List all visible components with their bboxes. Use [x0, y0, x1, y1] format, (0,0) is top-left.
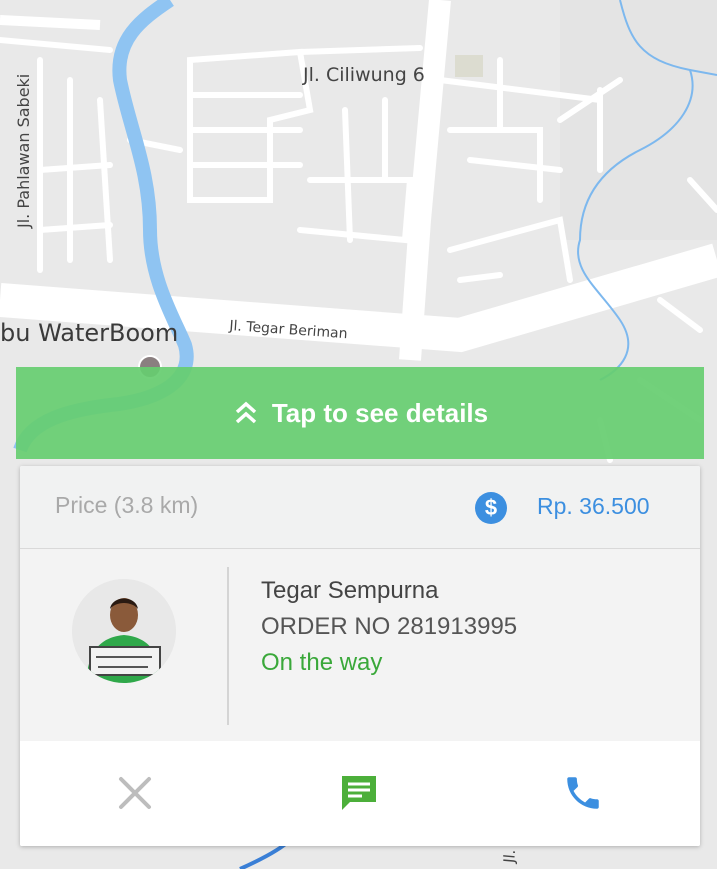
call-button[interactable]	[561, 771, 605, 815]
price-value: Rp. 36.500	[537, 493, 650, 519]
cancel-button[interactable]	[113, 771, 157, 815]
tap-to-see-details-label: Tap to see details	[271, 397, 489, 428]
action-bar	[20, 741, 700, 846]
driver-name: Tegar Sempurna	[261, 577, 439, 604]
chat-button[interactable]	[337, 771, 381, 815]
tap-to-see-details-bar[interactable]: Tap to see details	[16, 367, 704, 459]
map-label-ciliwung: Jl. Ciliwung 6	[303, 64, 425, 86]
vertical-divider	[227, 567, 229, 725]
order-card: Price (3.8 km) $ Rp. 36.500 Tegar Sempur…	[20, 466, 700, 846]
driver-info: Tegar Sempurna ORDER NO 281913995 On the…	[20, 549, 700, 741]
dollar-icon: $	[475, 492, 507, 524]
price-label: Price (3.8 km)	[55, 492, 199, 518]
chat-icon	[342, 776, 376, 810]
phone-icon	[567, 777, 599, 809]
driver-avatar	[72, 579, 176, 683]
order-number: ORDER NO 281913995	[261, 613, 518, 640]
order-status: On the way	[261, 649, 383, 676]
map-label-bottom-street: Jl.	[500, 848, 520, 864]
price-row: Price (3.8 km) $ Rp. 36.500	[20, 466, 700, 549]
map-label-pahlawan: Jl. Pahlawan Sabeki	[14, 73, 33, 228]
double-chevron-up-icon	[235, 401, 257, 424]
map-label-waterboom: bu WaterBoom	[0, 319, 179, 347]
close-icon	[119, 777, 151, 809]
